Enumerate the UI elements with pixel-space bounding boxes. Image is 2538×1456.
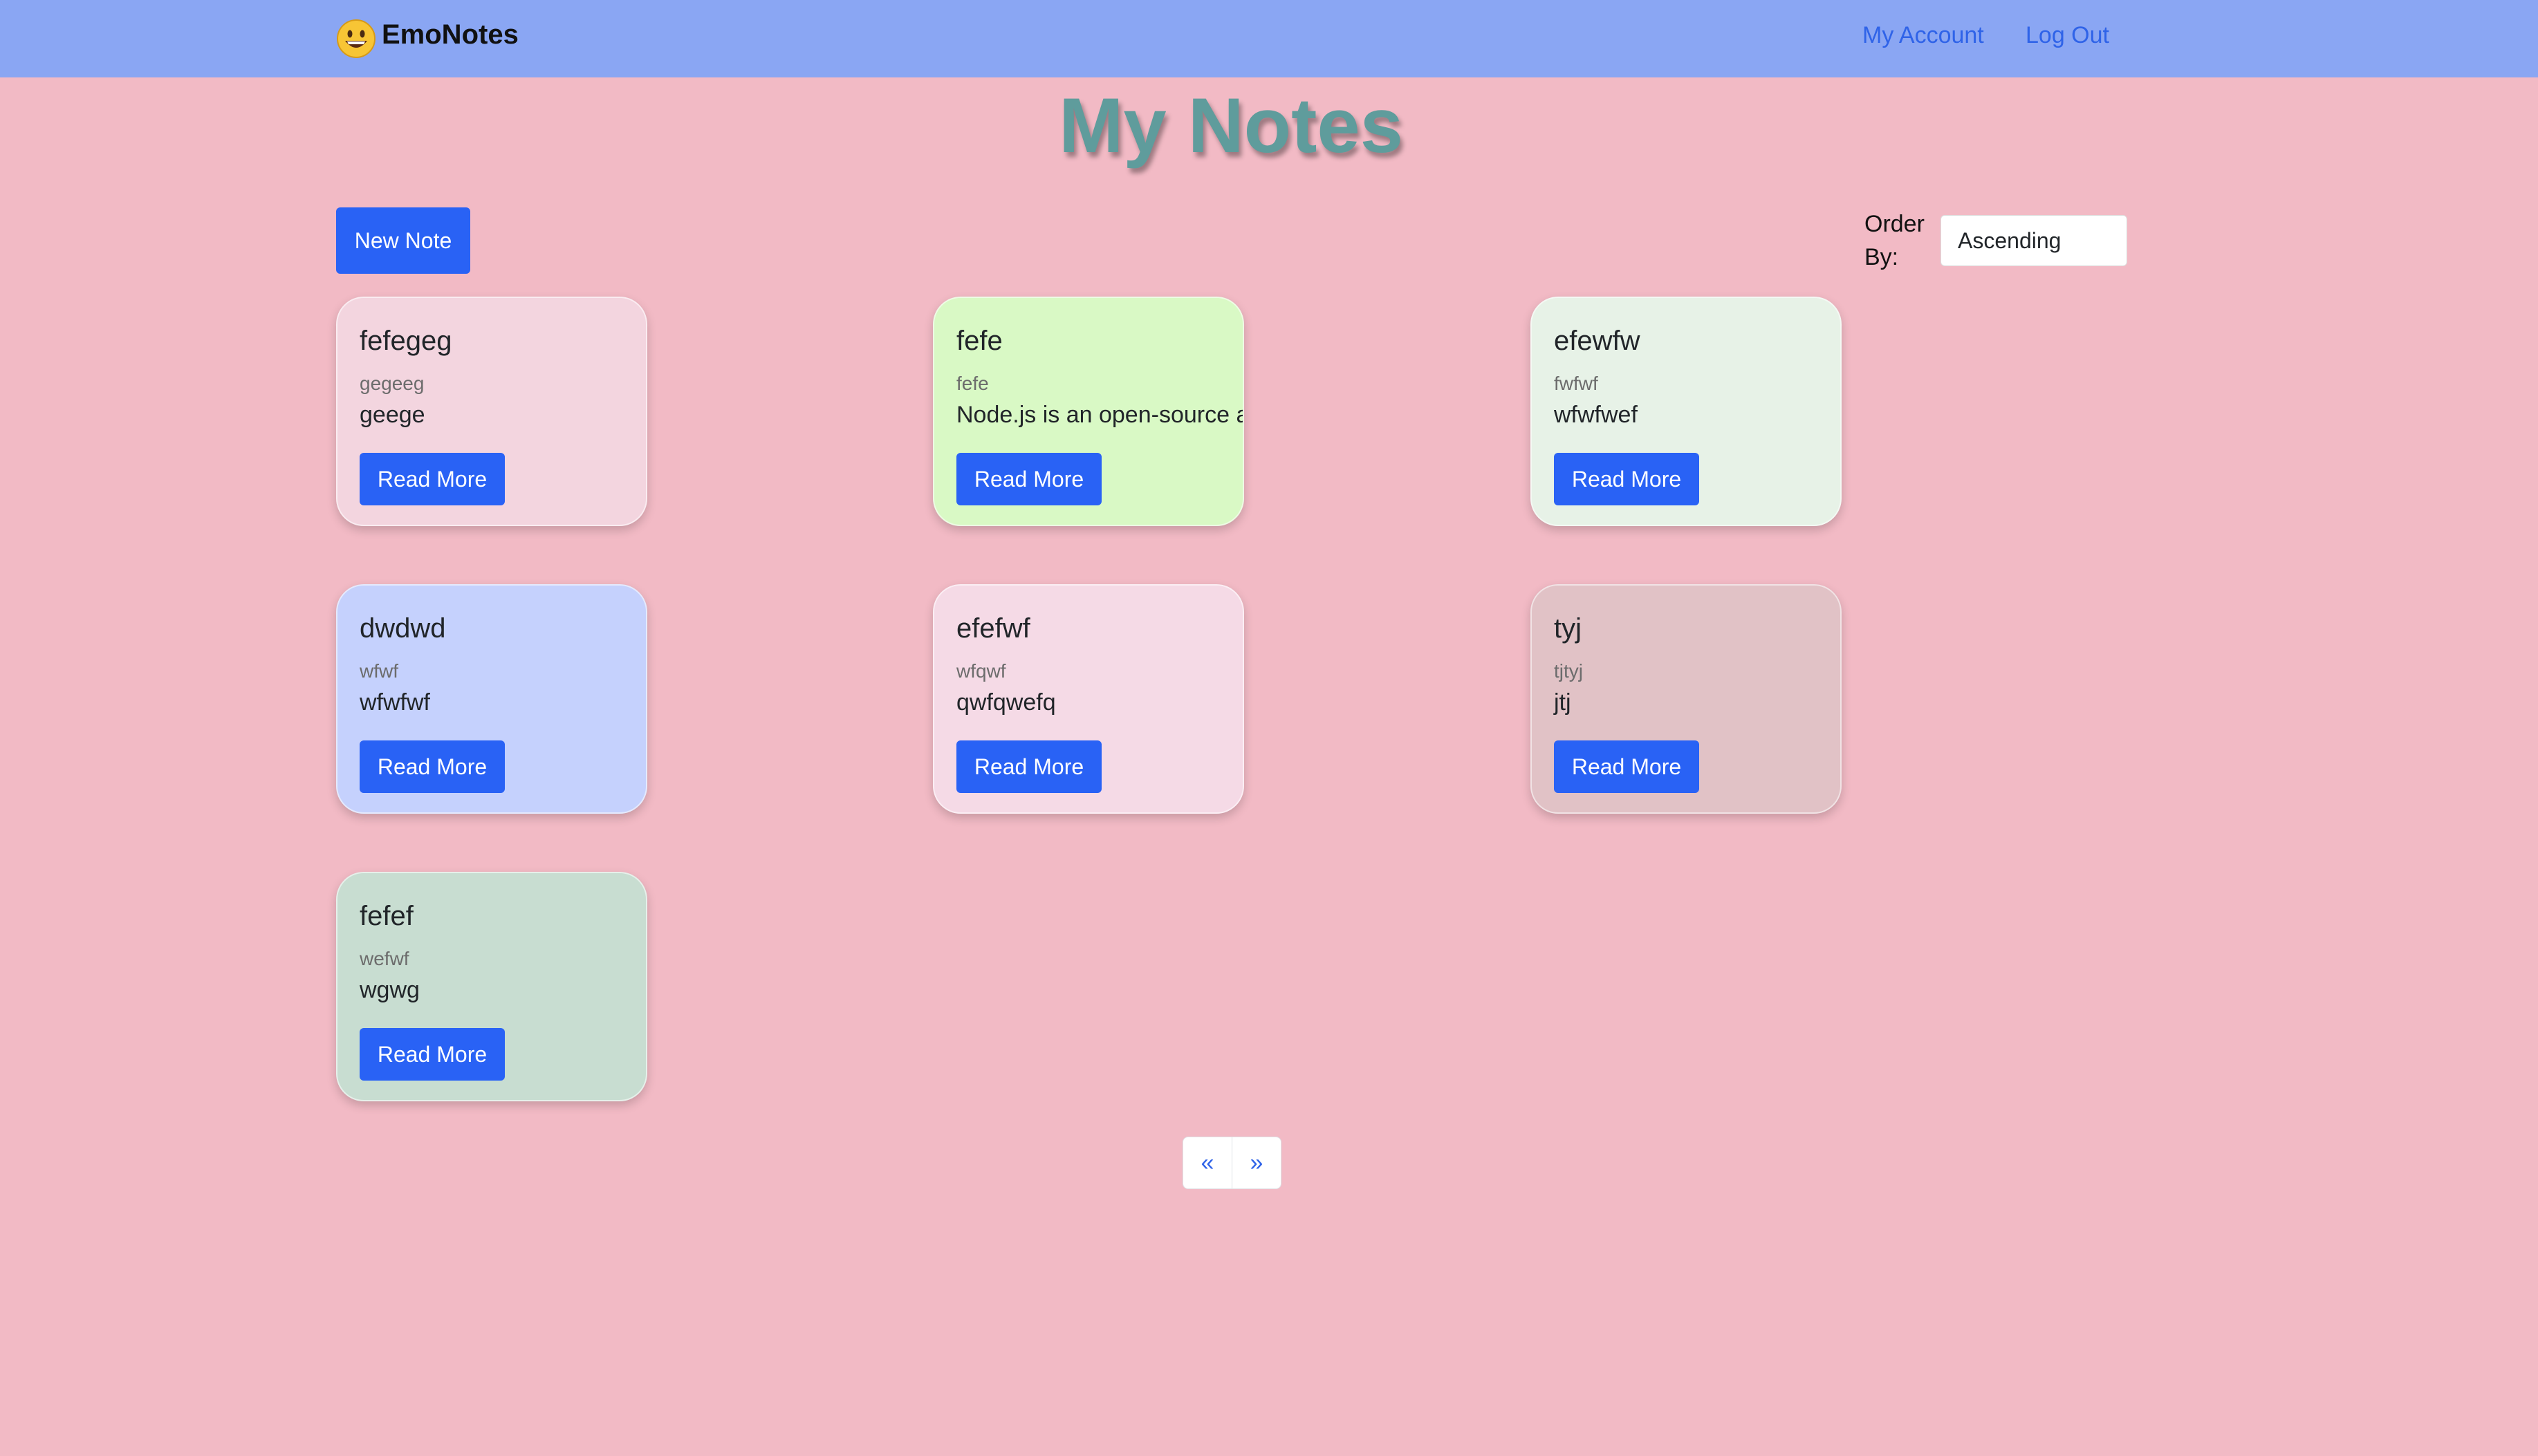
brand-link[interactable]: EmoNotes [336, 17, 519, 61]
note-subtitle: wfwf [360, 660, 398, 682]
note-card: efewfw fwfwf wfwfwef Read More [1530, 297, 1842, 526]
note-text: wgwg [360, 977, 420, 1003]
log-out-link[interactable]: Log Out [2026, 24, 2109, 47]
new-note-button[interactable]: New Note [336, 207, 470, 274]
note-text: qwfqwefq [956, 689, 1056, 716]
note-title: efefwf [956, 613, 1030, 644]
note-card: dwdwd wfwf wfwfwf Read More [336, 584, 647, 814]
pagination: « » [1183, 1137, 1281, 1189]
read-more-button[interactable]: Read More [360, 740, 505, 793]
note-text: geege [360, 402, 425, 428]
read-more-button[interactable]: Read More [360, 453, 505, 505]
note-subtitle: fefe [956, 373, 989, 394]
note-title: efewfw [1554, 326, 1640, 356]
order-by-select[interactable]: Ascending [1940, 215, 2127, 266]
note-subtitle: tjtyj [1554, 660, 1583, 682]
note-card: fefegeg gegeeg geege Read More [336, 297, 647, 526]
note-subtitle: fwfwf [1554, 373, 1598, 394]
read-more-button[interactable]: Read More [956, 453, 1102, 505]
navbar: EmoNotes My Account Log Out [0, 0, 2538, 77]
note-text: jtj [1554, 689, 1571, 716]
note-card: efefwf wfqwf qwfqwefq Read More [933, 584, 1244, 814]
note-title: tyj [1554, 613, 1582, 644]
read-more-button[interactable]: Read More [956, 740, 1102, 793]
grinning-face-icon [337, 19, 376, 58]
note-subtitle: gegeeg [360, 373, 425, 394]
read-more-button[interactable]: Read More [1554, 740, 1699, 793]
read-more-button[interactable]: Read More [360, 1028, 505, 1081]
note-card: fefef wefwf wgwg Read More [336, 872, 647, 1101]
note-title: dwdwd [360, 613, 446, 644]
next-page-button[interactable]: » [1232, 1137, 1281, 1188]
previous-page-button[interactable]: « [1183, 1137, 1232, 1188]
note-text: wfwfwf [360, 689, 430, 716]
brand-name: EmoNotes [382, 19, 519, 50]
note-subtitle: wefwf [360, 948, 409, 969]
note-text: wfwfwef [1554, 402, 1638, 428]
note-text: Node.js is an open-source ar [956, 402, 1244, 428]
note-card: tyj tjtyj jtj Read More [1530, 584, 1842, 814]
page-title: My Notes [1059, 82, 1403, 169]
note-title: fefef [360, 901, 414, 931]
read-more-button[interactable]: Read More [1554, 453, 1699, 505]
note-subtitle: wfqwf [956, 660, 1006, 682]
my-account-link[interactable]: My Account [1862, 24, 1984, 47]
order-by-label: Order By: [1864, 211, 1925, 270]
note-title: fefe [956, 326, 1003, 356]
note-title: fefegeg [360, 326, 452, 356]
note-card: fefe fefe Node.js is an open-source ar R… [933, 297, 1244, 526]
